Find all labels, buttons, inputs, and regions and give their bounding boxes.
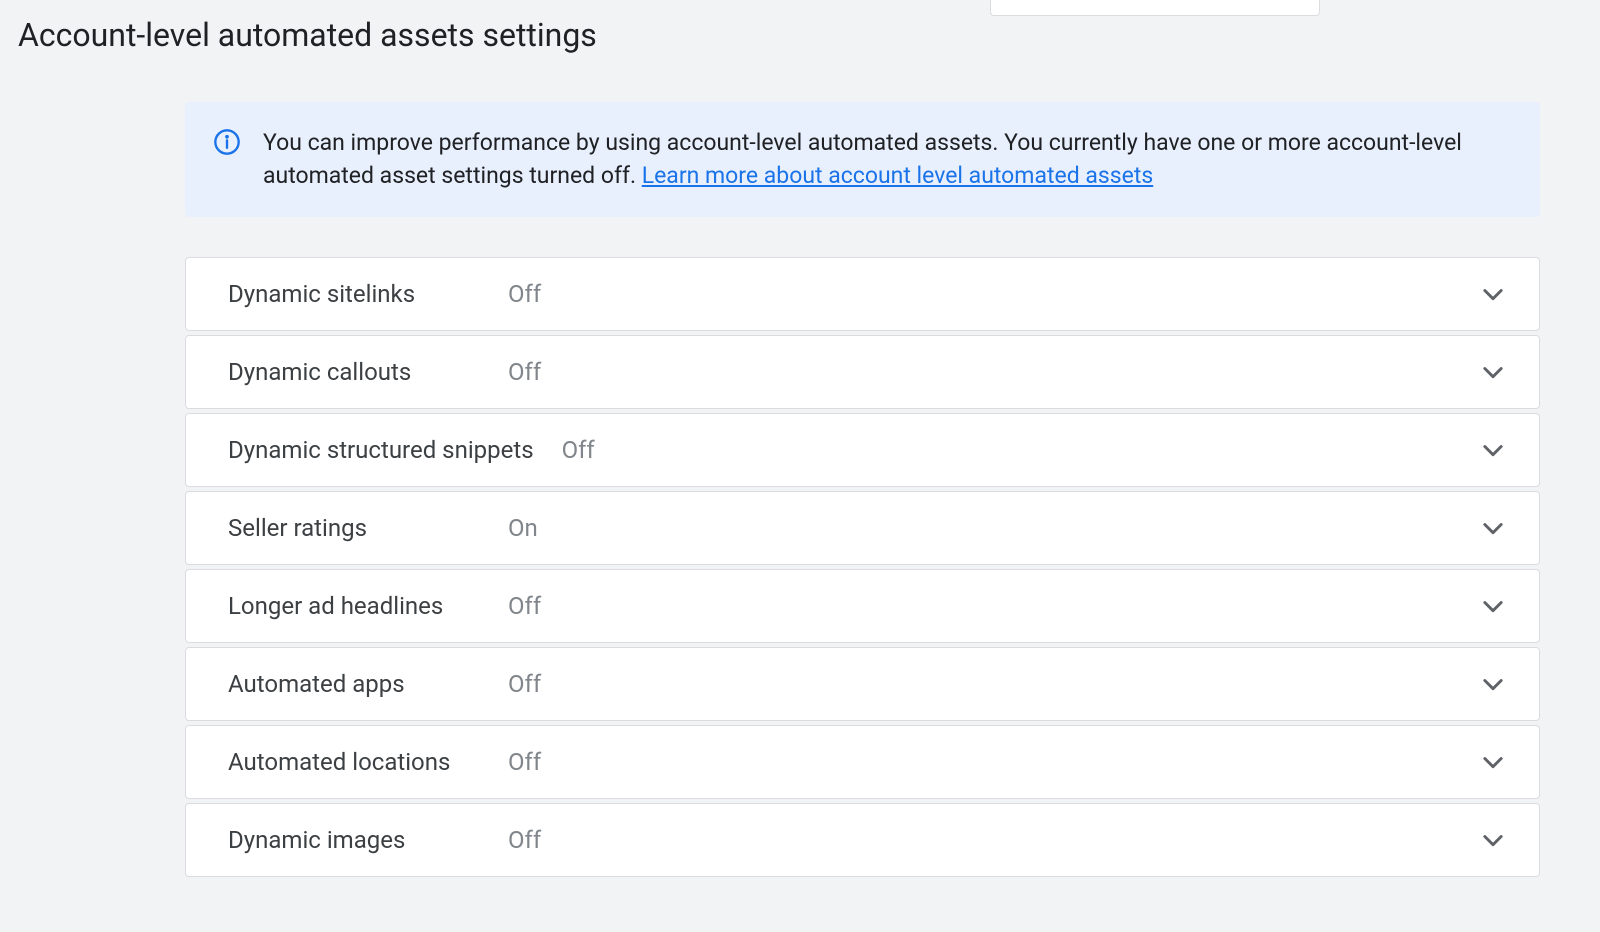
setting-status: Off (508, 670, 541, 698)
header-dropdown[interactable] (990, 0, 1320, 16)
setting-row-automated-locations[interactable]: Automated locations Off (185, 725, 1540, 799)
page-title: Account-level automated assets settings (0, 0, 597, 54)
setting-label: Longer ad headlines (228, 592, 508, 620)
info-banner: You can improve performance by using acc… (185, 102, 1540, 217)
chevron-down-icon (1479, 514, 1507, 542)
setting-status: Off (508, 826, 541, 854)
setting-row-automated-apps[interactable]: Automated apps Off (185, 647, 1540, 721)
setting-label: Seller ratings (228, 514, 508, 542)
chevron-down-icon (1479, 592, 1507, 620)
setting-status: On (508, 514, 538, 542)
setting-row-dynamic-structured-snippets[interactable]: Dynamic structured snippets Off (185, 413, 1540, 487)
setting-row-seller-ratings[interactable]: Seller ratings On (185, 491, 1540, 565)
setting-label: Automated locations (228, 748, 508, 776)
setting-status: Off (562, 436, 595, 464)
chevron-down-icon (1479, 670, 1507, 698)
chevron-down-icon (1479, 358, 1507, 386)
chevron-down-icon (1479, 280, 1507, 308)
setting-label: Dynamic images (228, 826, 508, 854)
setting-status: Off (508, 358, 541, 386)
info-banner-text: You can improve performance by using acc… (263, 126, 1512, 193)
setting-status: Off (508, 748, 541, 776)
setting-label: Dynamic sitelinks (228, 280, 508, 308)
setting-row-dynamic-sitelinks[interactable]: Dynamic sitelinks Off (185, 257, 1540, 331)
chevron-down-icon (1479, 436, 1507, 464)
info-icon (213, 128, 241, 156)
setting-status: Off (508, 592, 541, 620)
setting-label: Dynamic structured snippets (228, 436, 534, 464)
setting-row-dynamic-images[interactable]: Dynamic images Off (185, 803, 1540, 877)
settings-list: Dynamic sitelinks Off Dynamic callouts O… (185, 257, 1540, 877)
setting-status: Off (508, 280, 541, 308)
setting-row-longer-ad-headlines[interactable]: Longer ad headlines Off (185, 569, 1540, 643)
chevron-down-icon (1479, 748, 1507, 776)
learn-more-link[interactable]: Learn more about account level automated… (642, 162, 1154, 189)
setting-row-dynamic-callouts[interactable]: Dynamic callouts Off (185, 335, 1540, 409)
setting-label: Dynamic callouts (228, 358, 508, 386)
setting-label: Automated apps (228, 670, 508, 698)
chevron-down-icon (1479, 826, 1507, 854)
